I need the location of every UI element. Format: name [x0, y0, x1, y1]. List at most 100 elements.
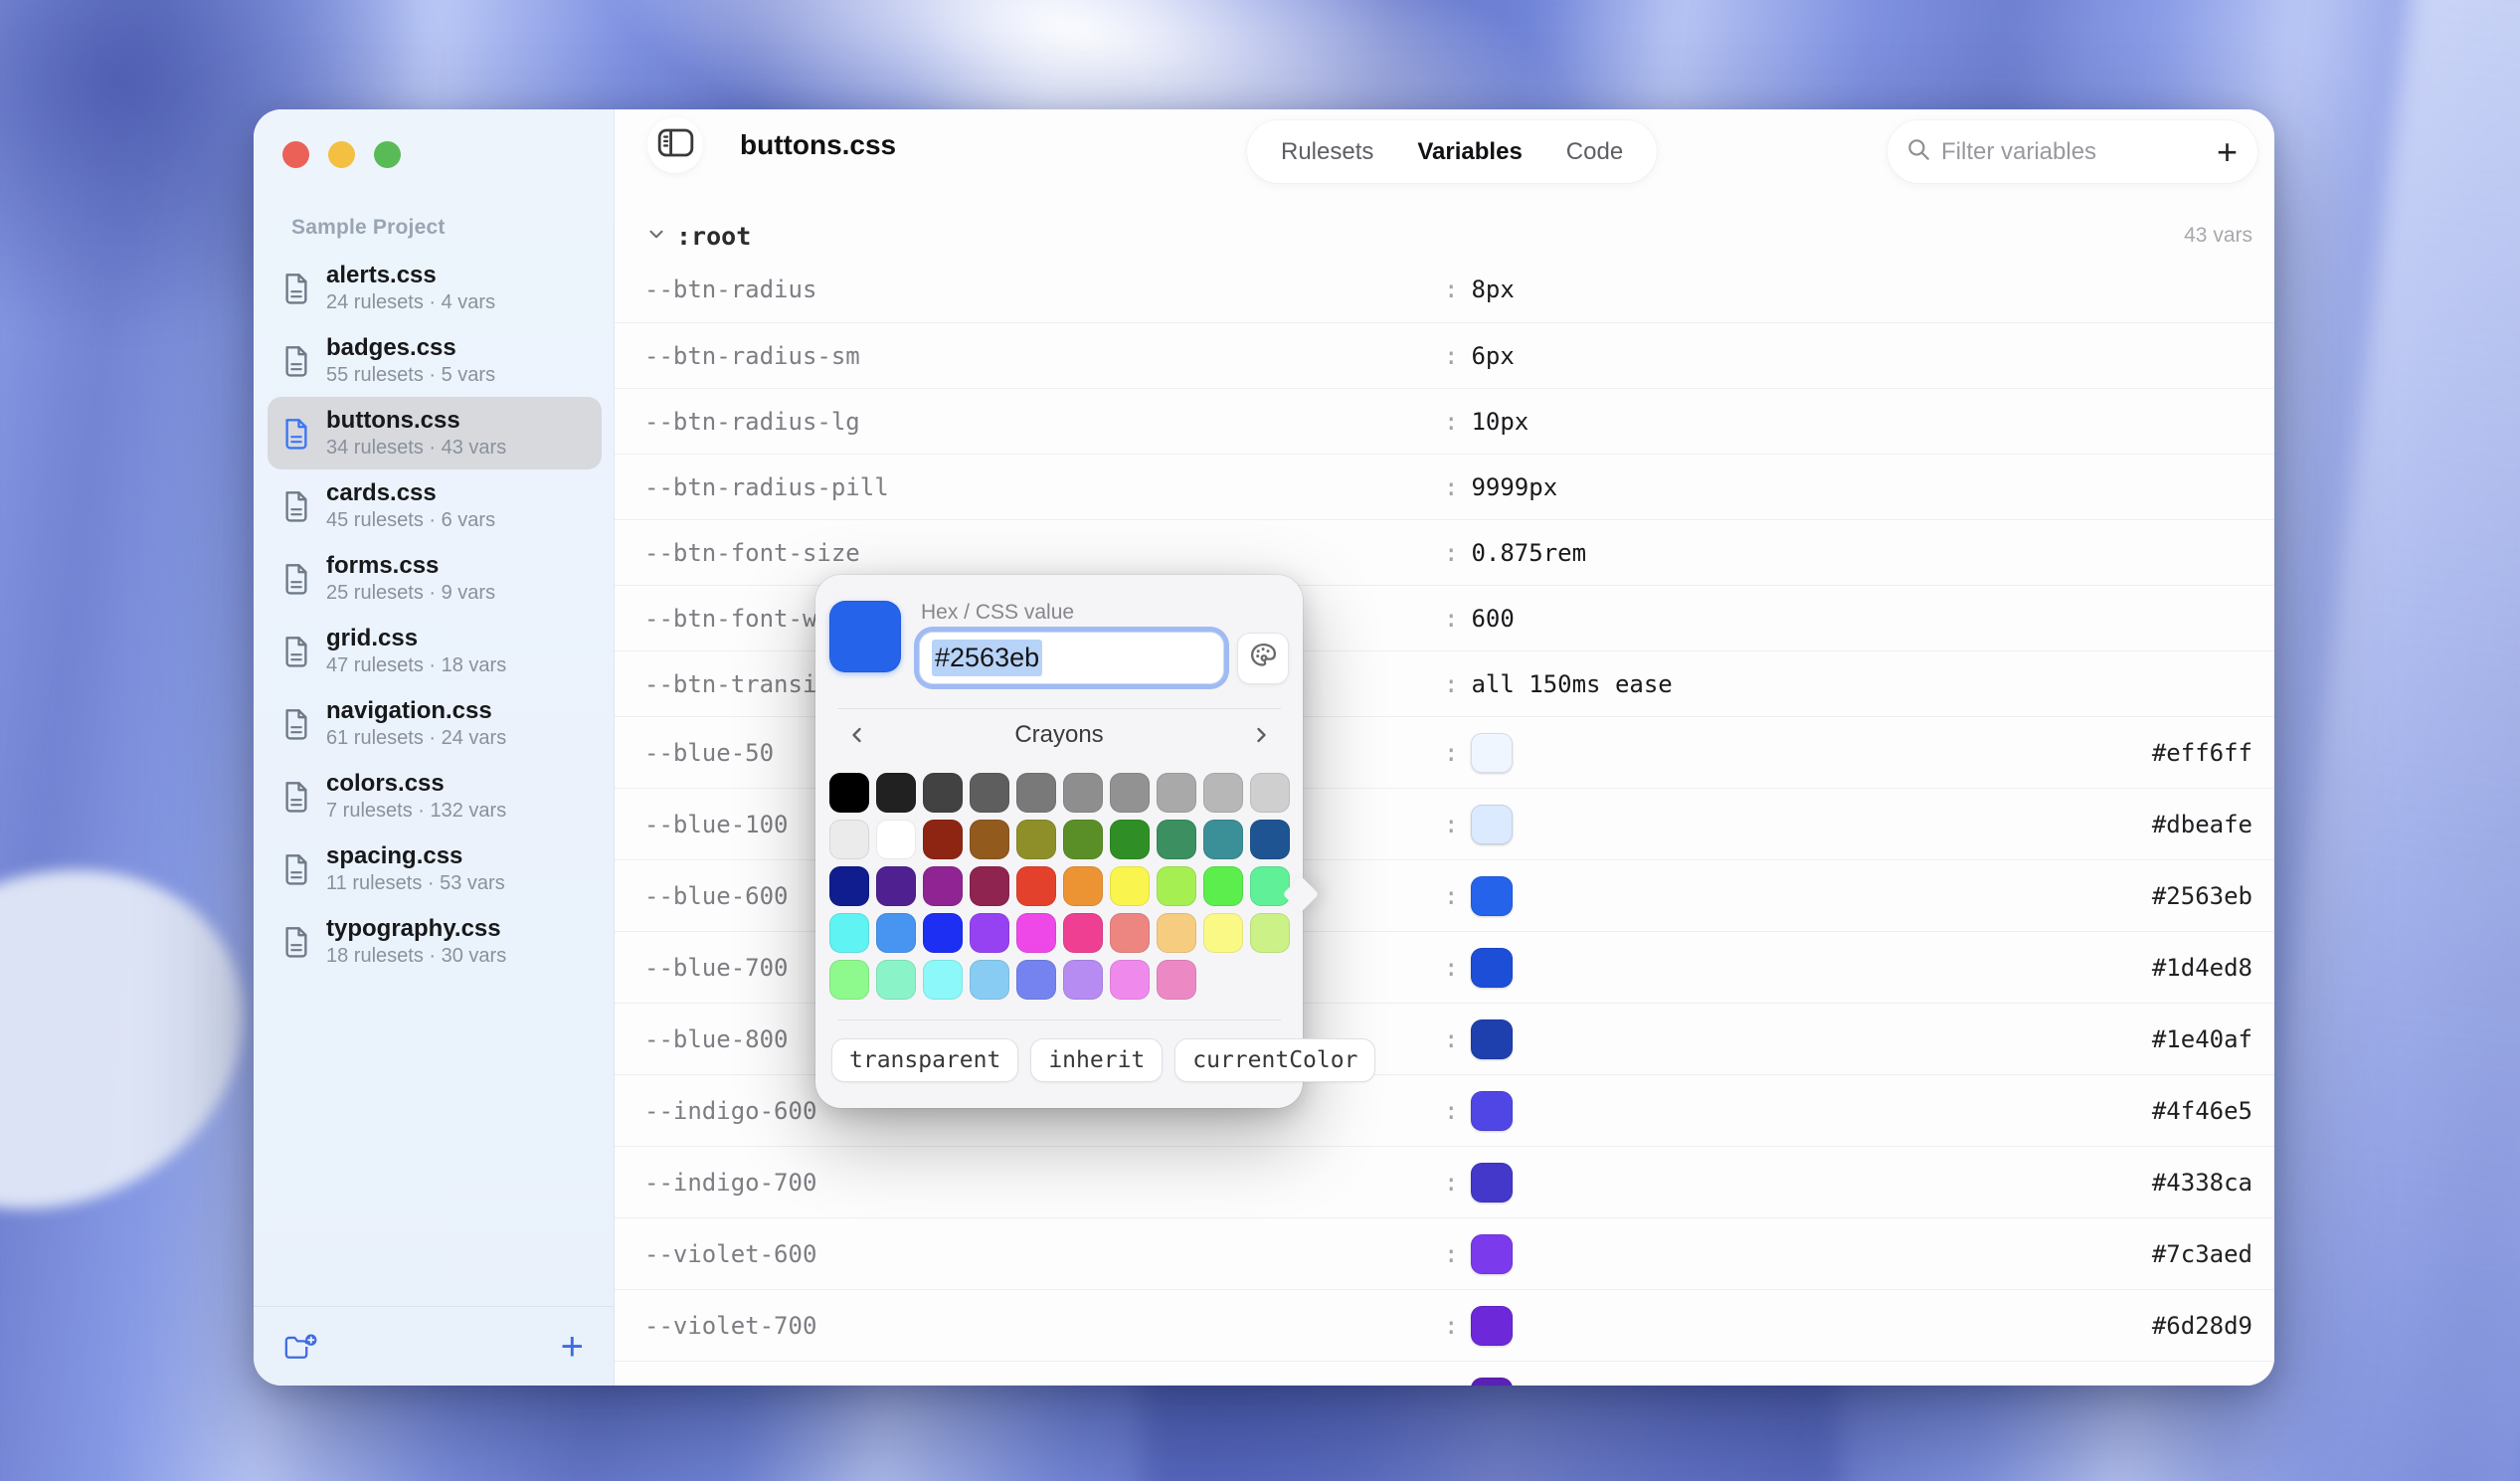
file-item-cards[interactable]: cards.css45 rulesets · 6 vars [268, 469, 602, 542]
variable-row-violet-700[interactable]: --violet-700:#6d28d9 [615, 1289, 2274, 1361]
crayon-swatch[interactable] [1203, 773, 1243, 813]
variable-row-violet-600[interactable]: --violet-600:#7c3aed [615, 1217, 2274, 1289]
crayon-swatch[interactable] [1250, 773, 1290, 813]
color-swatch[interactable] [1471, 876, 1513, 916]
add-variable-button[interactable]: + [2217, 134, 2238, 170]
crayon-swatch[interactable] [1063, 960, 1103, 1000]
variable-row-indigo-700[interactable]: --indigo-700:#4338ca [615, 1146, 2274, 1217]
crayon-swatch[interactable] [1203, 866, 1243, 906]
file-item-typography[interactable]: typography.css18 rulesets · 30 vars [268, 905, 602, 978]
hex-value-input[interactable]: #2563eb [919, 632, 1224, 684]
sidebar-toggle-button[interactable] [647, 117, 703, 173]
crayon-swatch[interactable] [1157, 820, 1196, 859]
previous-palette-icon[interactable] [845, 723, 869, 747]
crayon-swatch[interactable] [1063, 773, 1103, 813]
crayon-swatch[interactable] [1016, 960, 1056, 1000]
next-palette-icon[interactable] [1249, 723, 1273, 747]
crayon-swatch[interactable] [1157, 773, 1196, 813]
crayon-swatch[interactable] [923, 913, 963, 953]
crayon-swatch[interactable] [1110, 866, 1150, 906]
file-item-spacing[interactable]: spacing.css11 rulesets · 53 vars [268, 833, 602, 905]
tab-variables[interactable]: Variables [1417, 138, 1522, 166]
tab-code[interactable]: Code [1566, 138, 1623, 166]
crayon-swatch[interactable] [970, 866, 1009, 906]
crayon-swatch[interactable] [970, 913, 1009, 953]
color-swatch[interactable] [1471, 1234, 1513, 1274]
variable-row-btn-radius[interactable]: --btn-radius:8px [615, 257, 2274, 322]
crayon-swatch[interactable] [876, 866, 916, 906]
system-color-picker-button[interactable] [1237, 633, 1289, 684]
color-swatch[interactable] [1471, 1163, 1513, 1203]
crayon-swatch[interactable] [1250, 866, 1290, 906]
crayon-swatch[interactable] [1157, 913, 1196, 953]
crayon-swatch[interactable] [1063, 866, 1103, 906]
crayon-swatch[interactable] [970, 960, 1009, 1000]
tab-rulesets[interactable]: Rulesets [1281, 138, 1373, 166]
crayon-swatch[interactable] [970, 820, 1009, 859]
zoom-window-button[interactable] [374, 141, 401, 168]
crayon-swatch[interactable] [1016, 820, 1056, 859]
crayon-swatch[interactable] [829, 913, 869, 953]
crayon-swatch[interactable] [1250, 913, 1290, 953]
crayon-swatch[interactable] [876, 960, 916, 1000]
file-name: typography.css [326, 914, 506, 943]
selected-input-text: #2563eb [932, 640, 1042, 676]
crayon-swatch[interactable] [1110, 773, 1150, 813]
crayon-swatch[interactable] [1110, 960, 1150, 1000]
file-item-navigation[interactable]: navigation.css61 rulesets · 24 vars [268, 687, 602, 760]
colon-separator: : [1444, 342, 1458, 370]
crayon-swatch[interactable] [923, 960, 963, 1000]
keyword-button-transparent[interactable]: transparent [831, 1038, 1018, 1082]
root-section-header[interactable]: :root 43 vars [615, 215, 2274, 257]
folder-plus-icon[interactable] [283, 1332, 317, 1362]
color-swatch[interactable] [1471, 948, 1513, 988]
crayon-swatch[interactable] [923, 866, 963, 906]
variable-row-btn-radius-lg[interactable]: --btn-radius-lg:10px [615, 388, 2274, 454]
add-file-button[interactable]: + [561, 1327, 584, 1367]
variable-row-btn-radius-sm[interactable]: --btn-radius-sm:6px [615, 322, 2274, 388]
crayon-swatch[interactable] [829, 773, 869, 813]
crayon-swatch[interactable] [970, 773, 1009, 813]
crayon-swatch[interactable] [1110, 820, 1150, 859]
filter-field[interactable]: + [1888, 120, 2257, 183]
crayon-swatch[interactable] [923, 820, 963, 859]
variable-row-partial[interactable]: : [615, 1361, 2274, 1386]
color-swatch[interactable] [1471, 733, 1513, 773]
crayon-swatch[interactable] [1016, 913, 1056, 953]
keyword-button-inherit[interactable]: inherit [1030, 1038, 1163, 1082]
filter-input[interactable] [1941, 138, 2207, 166]
crayon-swatch[interactable] [876, 820, 916, 859]
crayon-swatch[interactable] [1157, 960, 1196, 1000]
color-swatch[interactable] [1471, 1019, 1513, 1059]
color-swatch[interactable] [1471, 805, 1513, 844]
keyword-button-currentcolor[interactable]: currentColor [1174, 1038, 1375, 1082]
minimize-window-button[interactable] [328, 141, 355, 168]
crayon-swatch[interactable] [1063, 820, 1103, 859]
color-swatch[interactable] [1471, 1091, 1513, 1131]
crayon-swatch[interactable] [1016, 773, 1056, 813]
crayon-swatch[interactable] [829, 820, 869, 859]
crayon-swatch[interactable] [1203, 913, 1243, 953]
file-item-badges[interactable]: badges.css55 rulesets · 5 vars [268, 324, 602, 397]
crayon-swatch[interactable] [1250, 820, 1290, 859]
crayon-swatch[interactable] [1157, 866, 1196, 906]
file-item-forms[interactable]: forms.css25 rulesets · 9 vars [268, 542, 602, 615]
crayon-swatch[interactable] [1063, 913, 1103, 953]
file-item-colors[interactable]: colors.css7 rulesets · 132 vars [268, 760, 602, 833]
section-label: :root [676, 222, 751, 251]
color-swatch[interactable] [1471, 1378, 1513, 1387]
color-swatch[interactable] [1471, 1306, 1513, 1346]
crayon-swatch[interactable] [1016, 866, 1056, 906]
crayon-swatch[interactable] [829, 866, 869, 906]
crayon-swatch[interactable] [1203, 820, 1243, 859]
variable-row-btn-radius-pill[interactable]: --btn-radius-pill:9999px [615, 454, 2274, 519]
crayon-swatch[interactable] [829, 960, 869, 1000]
crayon-swatch[interactable] [876, 913, 916, 953]
file-item-grid[interactable]: grid.css47 rulesets · 18 vars [268, 615, 602, 687]
file-item-alerts[interactable]: alerts.css24 rulesets · 4 vars [268, 252, 602, 324]
crayon-swatch[interactable] [923, 773, 963, 813]
close-window-button[interactable] [282, 141, 309, 168]
file-item-buttons[interactable]: buttons.css34 rulesets · 43 vars [268, 397, 602, 469]
crayon-swatch[interactable] [1110, 913, 1150, 953]
crayon-swatch[interactable] [876, 773, 916, 813]
